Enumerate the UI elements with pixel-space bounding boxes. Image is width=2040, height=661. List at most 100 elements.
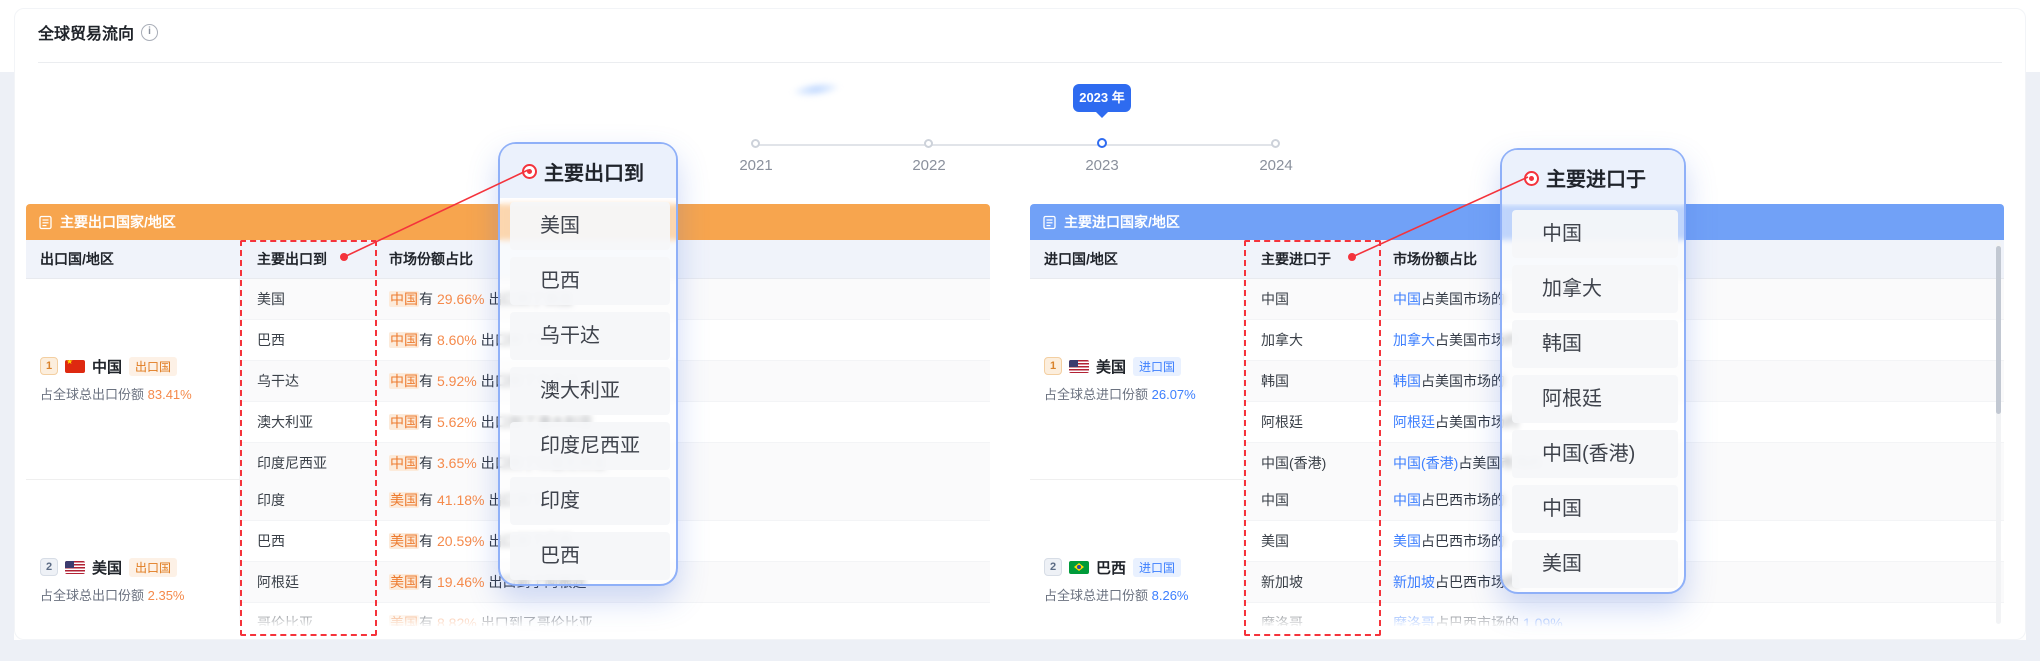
year-tooltip: 2023 年 — [1073, 84, 1131, 112]
share-text: 有 — [419, 332, 433, 348]
share-text: 有 — [419, 574, 433, 590]
year-label-2022: 2022 — [889, 157, 969, 174]
popup-item: 印度 — [510, 477, 670, 525]
src-cell: 中国(香港) — [1244, 443, 1381, 483]
country-name: 巴西 — [1096, 557, 1126, 578]
col-market-share: 市场份额占比 — [1381, 240, 2004, 278]
entity-country: 韩国 — [1393, 373, 1421, 389]
popup-item: 加拿大 — [1512, 265, 1678, 313]
popup-item: 美国 — [510, 202, 670, 250]
header-divider — [38, 62, 2002, 63]
page-title: 全球贸易流向 — [38, 20, 134, 44]
usa-flag-icon — [1069, 360, 1089, 373]
entity-country: 美国 — [1393, 533, 1421, 549]
entity-country: 中国 — [1393, 492, 1421, 508]
year-dot-2022[interactable] — [924, 139, 933, 148]
entity-country: 新加坡 — [1393, 574, 1435, 590]
src-cell: 摩洛哥 — [1244, 603, 1381, 626]
src-cell: 韩国 — [1244, 361, 1381, 401]
entity-country: 美国 — [389, 574, 419, 590]
china-flag-icon — [65, 360, 85, 373]
share-rest: 出口到了哥伦比亚 — [481, 615, 593, 626]
rank-badge: 2 — [1044, 558, 1062, 576]
popup-item: 韩国 — [1512, 320, 1678, 368]
country-name: 中国 — [92, 356, 122, 377]
share-pct: 29.66% — [437, 291, 484, 307]
dest-cell: 哥伦比亚 — [240, 603, 377, 626]
info-icon[interactable] — [141, 24, 158, 41]
year-dot-2021[interactable] — [751, 139, 760, 148]
scrollbar-thumb[interactable] — [1996, 246, 2001, 414]
share-pct: 1.09% — [1523, 615, 1563, 626]
year-slider-track[interactable] — [756, 144, 1276, 146]
rank-badge: 1 — [1044, 357, 1062, 375]
share-label: 占全球总出口份额 — [40, 387, 148, 402]
popup-item: 中国 — [1512, 485, 1678, 533]
share-rest: 占巴西市场的 — [1421, 533, 1505, 549]
entity-country: 加拿大 — [1393, 332, 1435, 348]
trade-flow-page: 全球贸易流向 2021 2022 2023 2024 2023 年 主要出口国家… — [0, 0, 2040, 661]
col-import-from: 主要进口于 — [1244, 240, 1381, 278]
col-market-share: 市场份额占比 — [377, 240, 990, 278]
share-text: 有 — [419, 414, 433, 430]
share-value: 26.07% — [1152, 387, 1196, 402]
dest-cell: 印度 — [240, 480, 377, 520]
import-table-title: 主要进口国家/地区 — [1064, 212, 1180, 232]
document-icon — [1042, 215, 1057, 230]
popup-item: 乌干达 — [510, 312, 670, 360]
country-name: 美国 — [92, 557, 122, 578]
share-rest: 占美国市场的 — [1421, 291, 1505, 307]
target-dot-icon — [522, 164, 537, 179]
share-pct: 5.92% — [437, 373, 477, 389]
dest-cell: 澳大利亚 — [240, 402, 377, 442]
entity-country: 美国 — [389, 533, 419, 549]
export-to-popup: 主要出口到 美国 巴西 乌干达 澳大利亚 印度尼西亚 印度 巴西 — [498, 142, 678, 586]
year-label-2024: 2024 — [1236, 157, 1316, 174]
share-text: 有 — [419, 533, 433, 549]
country-name: 美国 — [1096, 356, 1126, 377]
table-row: 摩洛哥摩洛哥占巴西市场的1.09% — [1244, 603, 2004, 626]
src-cell: 加拿大 — [1244, 320, 1381, 360]
share-rest: 占巴西市场的 — [1435, 615, 1519, 626]
popup-item: 巴西 — [510, 532, 670, 580]
year-label-2021: 2021 — [716, 157, 796, 174]
popup-item: 中国 — [1512, 210, 1678, 258]
exporter-tag: 出口国 — [129, 558, 177, 577]
share-rest: 占巴西市场的 — [1421, 492, 1505, 508]
entity-country: 摩洛哥 — [1393, 615, 1435, 626]
entity-country: 中国 — [389, 291, 419, 307]
col-importer: 进口国/地区 — [1030, 240, 1244, 278]
share-pct: 8.60% — [437, 332, 477, 348]
page-background-left — [0, 72, 14, 661]
share-pct: 20.59% — [437, 533, 484, 549]
share-value: 2.35% — [148, 588, 185, 603]
share-label: 占全球总进口份额 — [1044, 588, 1152, 603]
dest-cell: 巴西 — [240, 320, 377, 360]
brazil-flag-icon — [1069, 561, 1089, 574]
share-pct: 19.46% — [437, 574, 484, 590]
export-group-china-cell: 1 中国 出口国 占全球总出口份额 83.41% — [26, 279, 240, 479]
entity-country: 美国 — [389, 492, 419, 508]
exporter-tag: 出口国 — [129, 357, 177, 376]
entity-country: 阿根廷 — [1393, 414, 1435, 430]
src-cell: 新加坡 — [1244, 562, 1381, 602]
popup-item: 美国 — [1512, 540, 1678, 588]
dest-cell: 巴西 — [240, 521, 377, 561]
year-dot-2023-active[interactable] — [1097, 138, 1107, 148]
entity-country: 中国(香港) — [1393, 455, 1458, 471]
share-pct: 41.18% — [437, 492, 484, 508]
share-value: 83.41% — [148, 387, 192, 402]
page-background-right — [2026, 72, 2040, 661]
entity-country: 中国 — [1393, 291, 1421, 307]
year-label-2023: 2023 — [1062, 157, 1142, 174]
share-text: 有 — [419, 492, 433, 508]
src-cell: 中国 — [1244, 279, 1381, 319]
dest-cell: 印度尼西亚 — [240, 443, 377, 483]
share-text: 有 — [419, 291, 433, 307]
share-pct: 8.82% — [437, 615, 477, 626]
share-rest: 占美国市场的 — [1421, 373, 1505, 389]
share-pct: 5.62% — [437, 414, 477, 430]
import-group-usa-cell: 1 美国 进口国 占全球总进口份额 26.07% — [1030, 279, 1244, 479]
year-dot-2024[interactable] — [1271, 139, 1280, 148]
export-table-title: 主要出口国家/地区 — [60, 212, 176, 232]
